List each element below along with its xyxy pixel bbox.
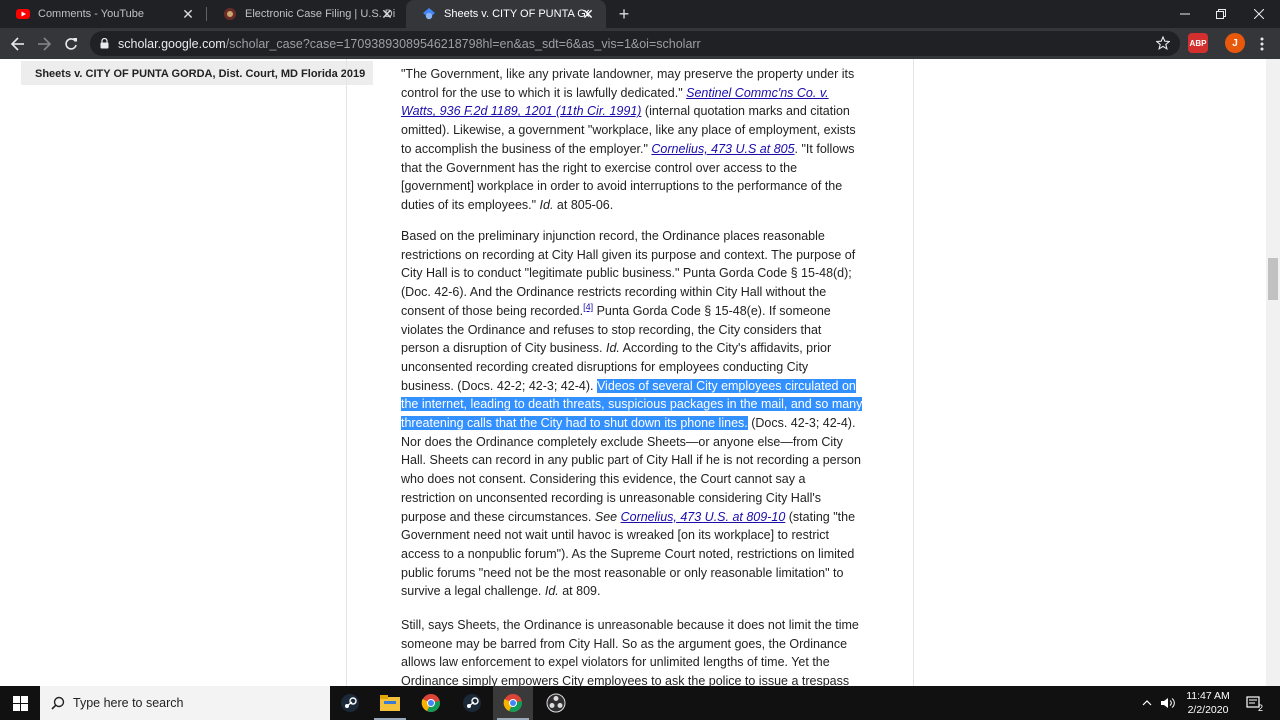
clock-date: 2/2/2020 (1187, 704, 1229, 716)
youtube-icon (16, 9, 30, 19)
chrome-icon (421, 694, 441, 712)
tab-strip: Comments - YouTube ✕ Electronic Case Fil… (0, 0, 1280, 28)
star-icon[interactable] (1156, 36, 1170, 50)
volume-icon (1161, 698, 1175, 708)
close-icon[interactable]: ✕ (379, 6, 395, 22)
system-clock[interactable]: 11:47 AM 2/2/2020 (1176, 689, 1240, 717)
search-icon (51, 696, 65, 710)
forward-button[interactable] (34, 34, 54, 54)
close-icon (1254, 9, 1264, 19)
google-scholar-icon (423, 8, 435, 20)
steam-icon (463, 694, 481, 712)
arrow-left-icon (11, 37, 24, 51)
start-button[interactable] (0, 686, 40, 720)
paragraph-3: Still, says Sheets, the Ordinance is unr… (401, 616, 863, 686)
url-text: scholar.google.com/scholar_case?case=170… (118, 37, 701, 51)
taskbar-steam-2[interactable] (452, 686, 492, 720)
close-icon[interactable]: ✕ (580, 6, 596, 22)
scrollbar-track[interactable] (1266, 59, 1280, 686)
clock-time: 11:47 AM (1186, 690, 1230, 702)
italic-text: See (594, 509, 618, 524)
italic-text: Id. (544, 584, 559, 599)
maximize-icon (1216, 9, 1226, 19)
taskbar-steam[interactable] (330, 686, 370, 720)
notification-count: 2 (1258, 703, 1264, 713)
window-close-button[interactable] (1236, 0, 1280, 28)
text: at 805-06. (553, 197, 614, 212)
case-header-bar: Sheets v. CITY OF PUNTA GORDA, Dist. Cou… (21, 61, 373, 85)
arrow-right-icon (38, 37, 51, 51)
reload-button[interactable] (61, 34, 81, 54)
taskbar-obs[interactable] (536, 686, 576, 720)
url-host: scholar.google.com (118, 37, 226, 51)
text: Still, says Sheets, the Ordinance is unr… (401, 618, 859, 686)
citation-link[interactable]: Cornelius, 473 U.S. at 809-10 (621, 510, 786, 524)
tab-scholar-active[interactable]: Sheets v. CITY OF PUNTA GORDA ✕ (406, 0, 606, 28)
menu-button[interactable] (1252, 34, 1272, 54)
url-path: /scholar_case?case=17093893089546218798h… (225, 37, 701, 51)
tab-ecf[interactable]: Electronic Case Filing | U.S. District ✕ (207, 0, 405, 28)
windows-logo-icon (12, 695, 28, 711)
tab-title: Electronic Case Filing | U.S. District (245, 8, 395, 20)
footnote-link[interactable]: [4] (583, 302, 593, 312)
search-placeholder: Type here to search (73, 696, 184, 710)
taskbar-search[interactable]: Type here to search (40, 686, 330, 720)
reload-icon (65, 38, 77, 50)
court-seal-icon (224, 8, 236, 20)
italic-text: Id. (539, 197, 554, 212)
taskbar-chrome-active[interactable] (493, 686, 533, 720)
tab-title: Comments - YouTube (38, 8, 144, 20)
footnote-ref: [4] (583, 302, 593, 312)
citation-link[interactable]: Cornelius, 473 U.S at 805 (651, 142, 794, 156)
screen: Comments - YouTube ✕ Electronic Case Fil… (0, 0, 1280, 720)
browser-toolbar: scholar.google.com/scholar_case?case=170… (0, 28, 1280, 59)
chrome-icon (503, 694, 523, 712)
profile-initial: J (1232, 37, 1238, 49)
taskbar-file-explorer[interactable] (370, 686, 410, 720)
obs-icon (546, 693, 566, 713)
paragraph-1: "The Government, like any private landow… (401, 65, 863, 215)
back-button[interactable] (8, 34, 28, 54)
adblock-icon: ABP (1189, 38, 1207, 48)
paragraph-2: Based on the preliminary injunction reco… (401, 227, 863, 601)
adblock-extension-button[interactable]: ABP (1188, 33, 1208, 53)
case-header: Sheets v. CITY OF PUNTA GORDA, Dist. Cou… (35, 68, 366, 80)
address-bar[interactable]: scholar.google.com/scholar_case?case=170… (90, 31, 1180, 56)
lock-icon (100, 38, 109, 49)
more-vertical-icon (1260, 37, 1264, 51)
tray-volume[interactable] (1160, 686, 1176, 720)
text: (Docs. 42-3; 42-4). Nor does the Ordinan… (401, 416, 861, 524)
tab-title: Sheets v. CITY OF PUNTA GORDA (444, 8, 589, 20)
new-tab-button[interactable]: + (614, 4, 634, 24)
italic-text: Id. (605, 341, 620, 356)
minimize-icon (1180, 13, 1190, 15)
tray-chevron[interactable] (1142, 686, 1152, 720)
notification-center-button[interactable]: 2 (1246, 686, 1263, 720)
chevron-up-icon (1142, 700, 1152, 706)
folder-icon (380, 695, 400, 711)
tab-youtube[interactable]: Comments - YouTube ✕ (0, 0, 206, 28)
profile-avatar[interactable]: J (1225, 33, 1245, 53)
text: at 809. (558, 584, 601, 599)
close-icon[interactable]: ✕ (180, 6, 196, 22)
page-content: Sheets v. CITY OF PUNTA GORDA, Dist. Cou… (0, 59, 1280, 686)
taskbar: Type here to search 11:47 AM 2/2/2020 2 (0, 686, 1280, 720)
taskbar-chrome[interactable] (411, 686, 451, 720)
scrollbar-thumb[interactable] (1268, 258, 1278, 300)
steam-icon (341, 694, 359, 712)
